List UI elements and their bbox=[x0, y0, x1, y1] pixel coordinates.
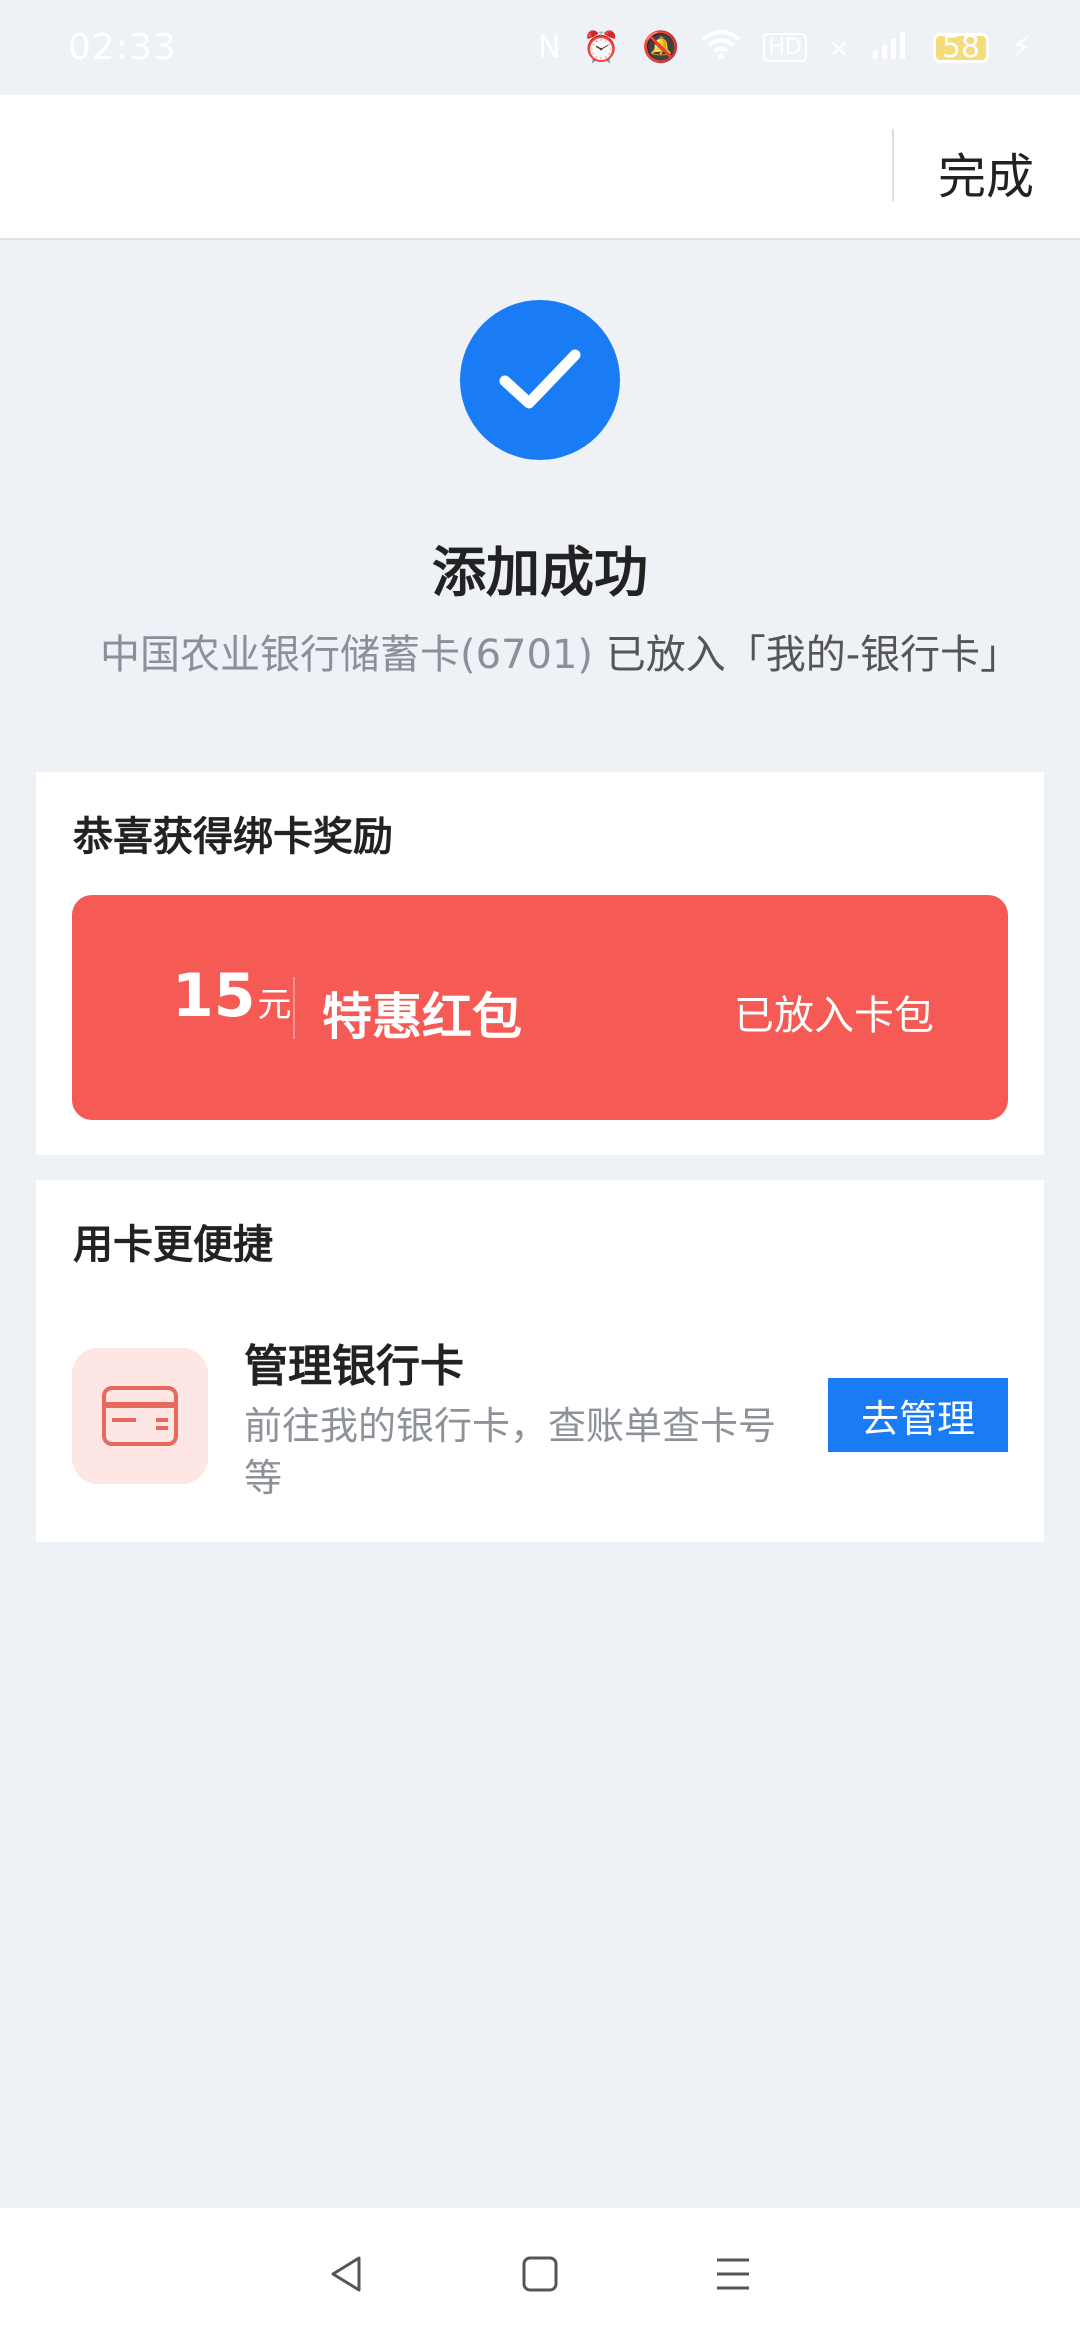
wifi-icon bbox=[701, 29, 741, 67]
status-icons: N ⏰ 🔕 HD × 58 ⚡ bbox=[538, 29, 1032, 67]
signal-icon: × bbox=[828, 33, 849, 62]
manage-section: 用卡更便捷 管理银行卡 前往我的银行卡，查账单查卡号等 去管理 bbox=[36, 1180, 1044, 1542]
reward-amount: 15元 bbox=[172, 961, 292, 1031]
result-card-name: 中国农业银行储蓄卡(6701) bbox=[100, 632, 594, 678]
reward-coupon[interactable]: 15元 特惠红包 已放入卡包 bbox=[72, 895, 1008, 1120]
result-action: 已放入「我的-银行卡」 bbox=[593, 632, 1021, 678]
top-bar: 完成 bbox=[0, 95, 1080, 240]
back-icon[interactable] bbox=[317, 2244, 377, 2304]
nav-bar bbox=[0, 2208, 1080, 2340]
nfc-icon: N bbox=[538, 30, 561, 65]
reward-divider bbox=[293, 977, 295, 1039]
result-subtitle: 中国农业银行储蓄卡(6701) 已放入「我的-银行卡」 bbox=[100, 622, 1020, 680]
done-button[interactable]: 完成 bbox=[938, 137, 1034, 207]
bank-card-icon bbox=[72, 1348, 208, 1484]
reward-name: 特惠红包 bbox=[322, 988, 522, 1046]
reward-status: 已放入卡包 bbox=[734, 993, 934, 1039]
silent-icon: 🔕 bbox=[641, 30, 680, 65]
4g-signal-icon bbox=[871, 29, 911, 67]
alarm-icon: ⏰ bbox=[582, 30, 620, 65]
charging-icon: ⚡ bbox=[1010, 30, 1032, 65]
home-icon[interactable] bbox=[510, 2244, 570, 2304]
manage-item-desc: 前往我的银行卡，查账单查卡号等 bbox=[244, 1404, 777, 1500]
reward-section-title: 恭喜获得绑卡奖励 bbox=[73, 814, 393, 860]
manage-button[interactable]: 去管理 bbox=[828, 1378, 1008, 1452]
reward-section: 恭喜获得绑卡奖励 15元 特惠红包 已放入卡包 bbox=[36, 772, 1044, 1155]
result-title: 添加成功 bbox=[432, 541, 648, 604]
hd-icon: HD bbox=[763, 33, 807, 62]
reward-amount-unit: 元 bbox=[257, 985, 292, 1025]
menu-icon[interactable] bbox=[703, 2244, 763, 2304]
top-bar-divider bbox=[892, 129, 894, 201]
manage-item-title: 管理银行卡 bbox=[244, 1341, 464, 1392]
reward-amount-value: 15 bbox=[172, 961, 256, 1031]
check-icon bbox=[460, 300, 620, 460]
battery-icon: 58 bbox=[932, 30, 989, 65]
manage-section-title: 用卡更便捷 bbox=[73, 1222, 273, 1268]
status-bar: 02:33 N ⏰ 🔕 HD × 58 ⚡ bbox=[0, 0, 1080, 95]
status-time: 02:33 bbox=[68, 27, 177, 68]
